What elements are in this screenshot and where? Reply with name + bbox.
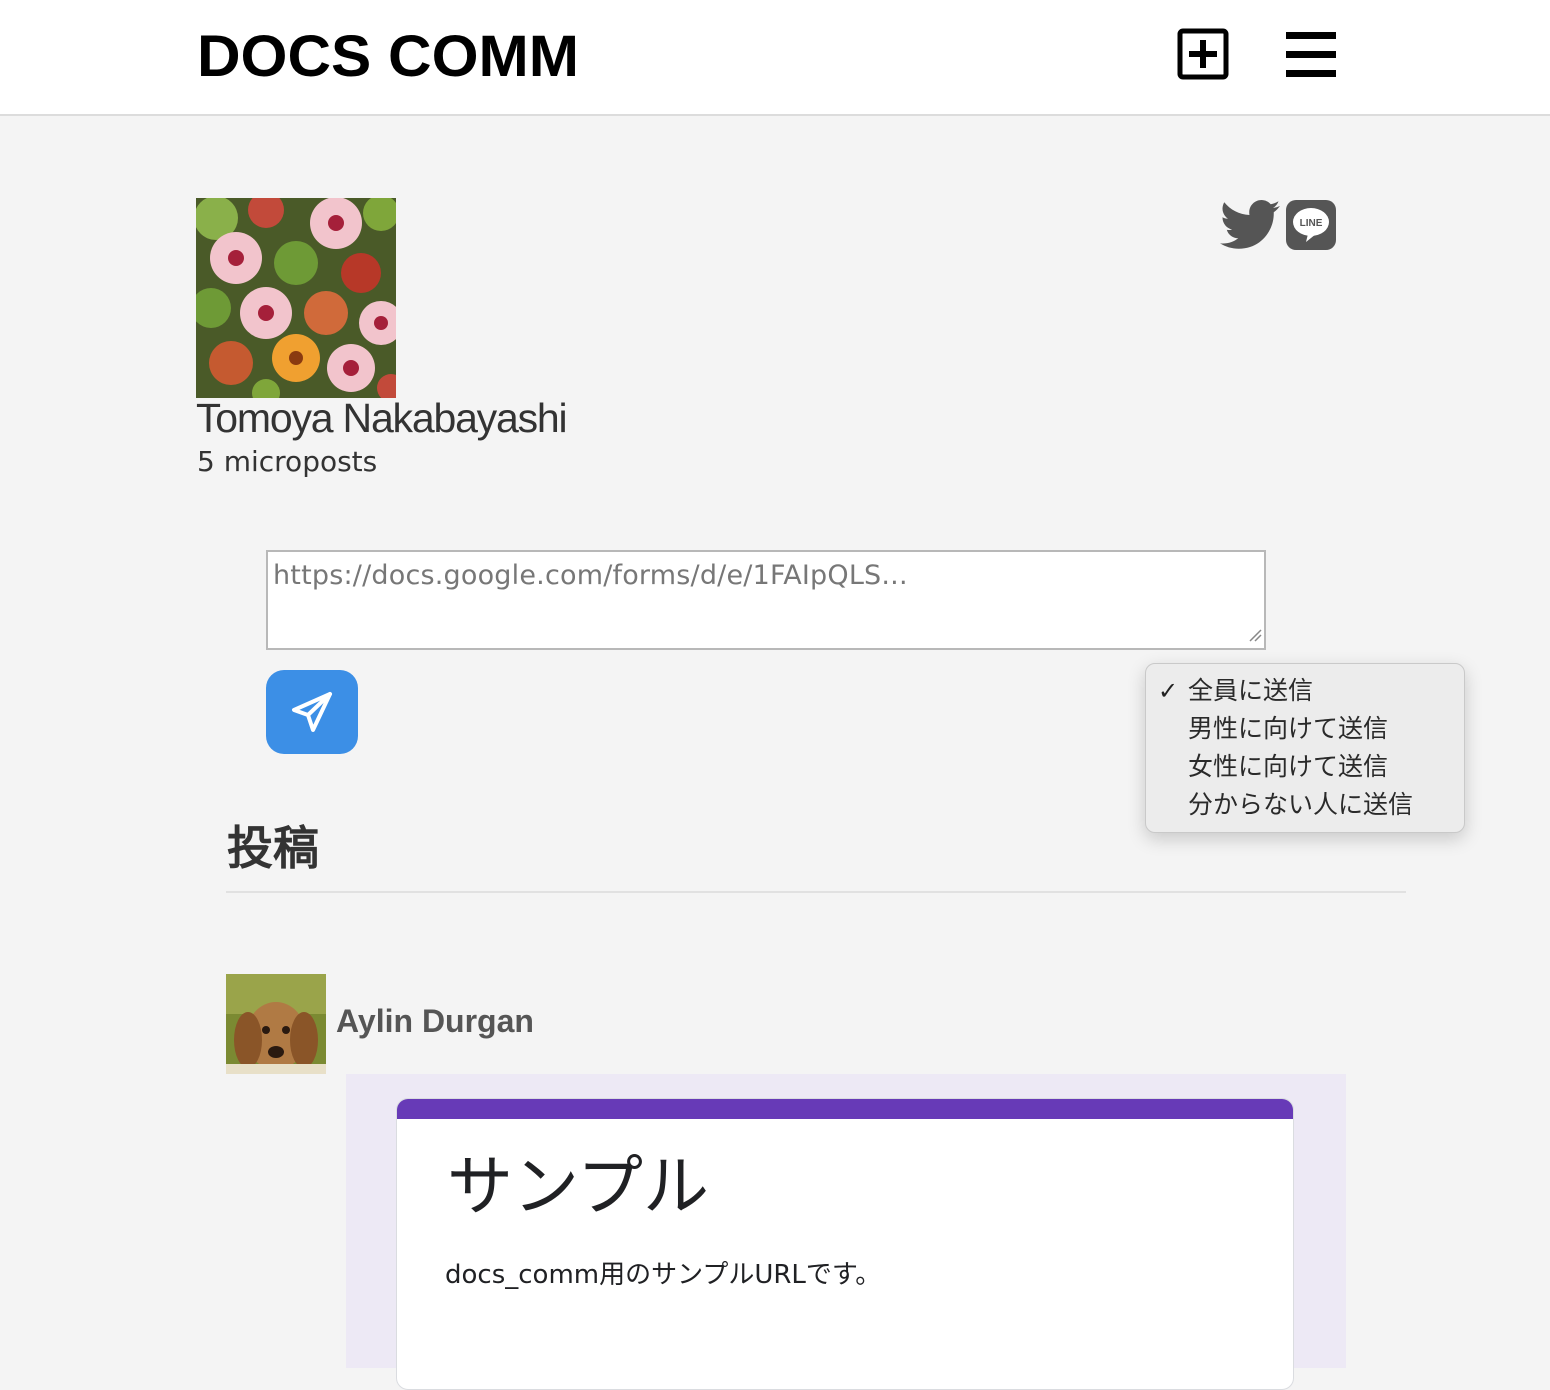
dropdown-option-unknown[interactable]: 分からない人に送信 (1188, 788, 1413, 822)
line-icon[interactable]: LINE (1286, 200, 1336, 254)
hamburger-menu-icon[interactable] (1286, 32, 1336, 78)
form-url-placeholder: https://docs.google.com/forms/d/e/1FAIpQ… (273, 560, 908, 591)
form-url-input[interactable]: https://docs.google.com/forms/d/e/1FAIpQ… (266, 550, 1266, 650)
embedded-form-frame: サンプル docs_comm用のサンプルURLです。 (346, 1074, 1346, 1390)
profile-avatar (191, 192, 405, 407)
dropdown-option-all[interactable]: 全員に送信 (1188, 674, 1313, 708)
top-navbar: DOCS COMM (0, 0, 1550, 116)
form-description: docs_comm用のサンプルURLです。 (445, 1260, 882, 1290)
dropdown-option-female[interactable]: 女性に向けて送信 (1188, 750, 1388, 784)
form-accent-bar (397, 1099, 1293, 1119)
dropdown-option-male[interactable]: 男性に向けて送信 (1188, 712, 1388, 746)
selected-check-icon: ✓ (1158, 677, 1179, 705)
profile-name: Tomoya Nakabayashi (196, 395, 568, 441)
section-divider (226, 891, 1406, 893)
embedded-form-card[interactable]: サンプル docs_comm用のサンプルURLです。 (396, 1098, 1294, 1390)
micropost-count: 5 microposts (197, 445, 378, 478)
form-title: サンプル (447, 1148, 710, 1225)
app-logo[interactable]: DOCS COMM (197, 22, 579, 92)
send-button[interactable] (266, 670, 358, 754)
post-author-name[interactable]: Aylin Durgan (336, 1001, 534, 1041)
resize-grip-icon[interactable] (1248, 627, 1262, 646)
audience-dropdown-menu[interactable]: ✓ 全員に送信 男性に向けて送信 女性に向けて送信 分からない人に送信 (1145, 663, 1465, 833)
plus-square-icon[interactable] (1177, 28, 1229, 80)
posts-section-title: 投稿 (227, 821, 319, 875)
paper-plane-icon (292, 692, 332, 732)
twitter-icon[interactable] (1220, 200, 1280, 254)
line-icon-label: LINE (1300, 218, 1323, 229)
post-author-avatar[interactable] (226, 974, 326, 1074)
